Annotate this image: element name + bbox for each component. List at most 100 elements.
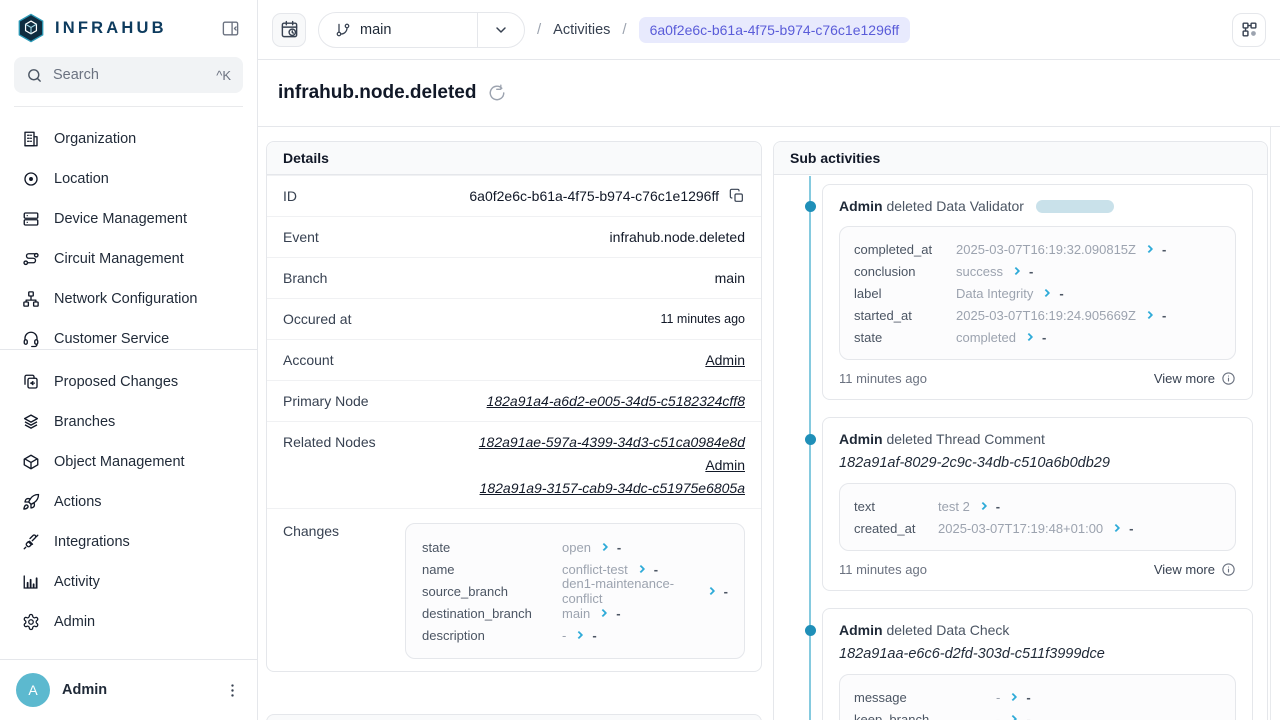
detail-row-event: Event infrahub.node.deleted [267, 216, 761, 257]
property-old-value: success [956, 264, 1003, 279]
sub-activity-card: Admin deleted Data Check 182a91aa-e6c6-d… [822, 608, 1253, 720]
breadcrumb-activities[interactable]: Activities [553, 22, 610, 38]
related-node-link[interactable]: Admin [705, 457, 745, 473]
branch-dropdown-toggle[interactable] [477, 13, 524, 47]
network-icon [22, 290, 40, 308]
activity-actor: Admin [839, 198, 883, 214]
view-more-label: View more [1154, 562, 1215, 577]
copy-icon[interactable] [729, 188, 745, 204]
property-new-value: - [1029, 264, 1033, 279]
chevron-right-icon [1145, 245, 1153, 253]
property-new-value: - [1059, 286, 1063, 301]
property-row: label Data Integrity - [854, 282, 1221, 304]
property-key: label [854, 286, 946, 301]
loading-skeleton [1036, 200, 1114, 213]
chevron-right-icon [1025, 333, 1033, 341]
sidebar-item-organization[interactable]: Organization [14, 119, 243, 159]
sidebar-item-label: Integrations [54, 534, 130, 550]
next-card-partial [266, 714, 762, 720]
chevron-right-icon [1012, 267, 1020, 275]
related-node-link[interactable]: 182a91ae-597a-4399-34d3-c51ca0984e8d [479, 434, 745, 450]
property-old-value: 2025-03-07T16:19:32.090815Z [956, 242, 1136, 257]
detail-label: Event [283, 229, 319, 245]
property-new-value: - [1026, 690, 1030, 705]
cube-icon [22, 453, 40, 471]
user-menu-kebab-icon[interactable] [224, 682, 241, 699]
property-new-value: - [1162, 242, 1166, 257]
change-old-value: open [562, 540, 591, 555]
search-icon [26, 67, 43, 84]
page-title-row: infrahub.node.deleted [258, 60, 1280, 127]
building-icon [22, 130, 40, 148]
logo-row: INFRAHUB [0, 0, 257, 53]
branch-selector[interactable]: main [318, 12, 525, 48]
account-link[interactable]: Admin [705, 352, 745, 368]
detail-row-primary-node: Primary Node 182a91a4-a6d2-e005-34d5-c51… [267, 380, 761, 421]
sidebar-item-admin[interactable]: Admin [14, 602, 243, 642]
chevron-down-icon [493, 22, 509, 38]
detail-row-related-nodes: Related Nodes 182a91ae-597a-4399-34d3-c5… [267, 421, 761, 508]
search-input[interactable]: Search ^K [14, 57, 243, 93]
property-key: created_at [854, 521, 928, 536]
location-icon [22, 170, 40, 188]
detail-value-event: infrahub.node.deleted [610, 229, 745, 245]
plug-icon [22, 533, 40, 551]
graph-icon [1240, 20, 1259, 39]
sidebar-item-label: Network Configuration [54, 291, 197, 307]
sidebar-collapse-icon[interactable] [217, 15, 243, 41]
property-row: state completed - [854, 326, 1221, 348]
sidebar-item-network-configuration[interactable]: Network Configuration [14, 279, 243, 319]
sidebar-item-proposed-changes[interactable]: Proposed Changes [14, 362, 243, 402]
change-key: source_branch [422, 584, 552, 599]
sidebar-item-actions[interactable]: Actions [14, 482, 243, 522]
sidebar-item-customer-service[interactable]: Customer Service [14, 319, 243, 349]
breadcrumb-separator: / [622, 21, 626, 38]
activity-timestamp: 11 minutes ago [839, 371, 927, 386]
sidebar-item-label: Organization [54, 131, 136, 147]
chevron-right-icon [979, 502, 987, 510]
details-header: Details [267, 142, 761, 175]
detail-label: ID [283, 188, 297, 204]
infrahub-app: INFRAHUB Search ^K Organization [0, 0, 1280, 720]
sidebar-item-label: Activity [54, 574, 100, 590]
change-row: source_branch den1-maintenance-conflict … [422, 580, 728, 602]
activity-node-id: 182a91aa-e6c6-d2fd-303d-c511f3999dce [839, 646, 1236, 662]
timeline-dot-icon [805, 625, 816, 636]
sidebar-item-activity[interactable]: Activity [14, 562, 243, 602]
change-key: description [422, 628, 552, 643]
primary-node-link[interactable]: 182a91a4-a6d2-e005-34d5-c5182324cff8 [487, 393, 745, 409]
detail-label: Primary Node [283, 393, 369, 409]
git-branch-icon [335, 22, 351, 38]
change-old-value: den1-maintenance-conflict [562, 576, 698, 606]
property-old-value: Data Integrity [956, 286, 1033, 301]
refresh-icon[interactable] [488, 84, 506, 102]
scrollbar-track[interactable] [1270, 127, 1271, 720]
main-content: infrahub.node.deleted Details ID 6a0f2e6… [258, 60, 1280, 720]
sidebar-item-label: Admin [54, 614, 95, 630]
related-node-link[interactable]: 182a91a9-3157-cab9-34dc-c51975e6805a [480, 480, 745, 496]
view-more-button[interactable]: View more [1154, 562, 1236, 577]
details-card: Details ID 6a0f2e6c-b61a-4f75-b974-c76c1… [266, 141, 762, 672]
activity-action: deleted Data Validator [886, 198, 1024, 214]
schema-graph-button[interactable] [1232, 13, 1266, 47]
sidebar-item-branches[interactable]: Branches [14, 402, 243, 442]
chevron-right-icon [599, 609, 607, 617]
view-more-button[interactable]: View more [1154, 371, 1236, 386]
change-new-value: - [617, 540, 621, 555]
change-key: name [422, 562, 552, 577]
view-more-label: View more [1154, 371, 1215, 386]
sidebar-item-label: Location [54, 171, 109, 187]
activity-action: deleted Thread Comment [886, 431, 1045, 447]
change-old-value: - [562, 628, 566, 643]
change-new-value: - [724, 584, 728, 599]
sidebar-item-device-management[interactable]: Device Management [14, 199, 243, 239]
detail-label: Related Nodes [283, 434, 376, 450]
sidebar-item-integrations[interactable]: Integrations [14, 522, 243, 562]
sidebar-item-object-management[interactable]: Object Management [14, 442, 243, 482]
activity-actor: Admin [839, 431, 883, 447]
time-travel-button[interactable] [272, 13, 306, 47]
property-old-value: completed [956, 330, 1016, 345]
sidebar-item-circuit-management[interactable]: Circuit Management [14, 239, 243, 279]
detail-row-changes: Changes state open - name conflict-test [267, 508, 761, 671]
sidebar-item-location[interactable]: Location [14, 159, 243, 199]
